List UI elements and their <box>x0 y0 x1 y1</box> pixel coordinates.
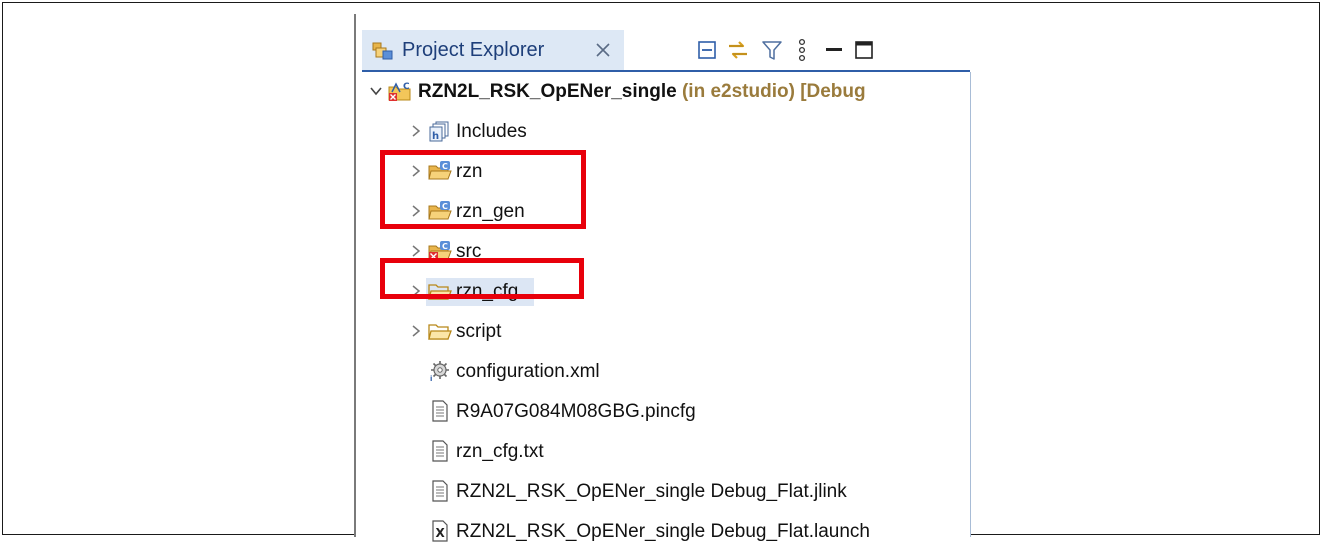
configuration-icon: i <box>428 360 452 383</box>
includes-icon: h <box>428 120 452 142</box>
collapse-all-icon[interactable] <box>696 38 720 62</box>
tree-item-rzn-cfg-txt[interactable]: rzn_cfg.txt <box>356 437 970 467</box>
highlight-box-rzn-group <box>380 150 586 229</box>
launch-file-icon: X <box>428 520 452 542</box>
project-decoration: (in e2studio) [Debug <box>676 81 866 102</box>
view-menu-icon[interactable] <box>790 38 814 62</box>
filter-icon[interactable] <box>760 38 784 62</box>
project-tree: C RZN2L_RSK_OpENer_single (in e2studio) … <box>356 74 970 542</box>
chevron-down-icon[interactable] <box>368 83 384 99</box>
tab-label: Project Explorer <box>402 39 545 61</box>
tree-item-label: Includes <box>456 121 527 142</box>
file-icon <box>428 480 452 502</box>
svg-text:i: i <box>430 375 432 382</box>
tree-item-label: rzn_cfg.txt <box>456 441 544 462</box>
c-project-error-icon: C <box>388 80 412 102</box>
project-explorer-icon <box>372 42 394 60</box>
folder-icon <box>428 320 452 342</box>
chevron-right-icon[interactable] <box>408 123 424 139</box>
svg-text:C: C <box>403 82 410 92</box>
view-toolbar: Project Explorer <box>356 24 970 72</box>
tree-item-label: R9A07G084M08GBG.pincfg <box>456 401 696 422</box>
tree-item-label: script <box>456 321 502 342</box>
tree-item-label: RZN2L_RSK_OpENer_single Debug_Flat.jlink <box>456 481 847 502</box>
highlight-box-rzn-cfg <box>380 258 584 299</box>
tab-project-explorer[interactable]: Project Explorer <box>362 30 624 71</box>
tree-item-pincfg[interactable]: R9A07G084M08GBG.pincfg <box>356 397 970 427</box>
link-with-editor-icon[interactable] <box>726 38 750 62</box>
project-explorer-view: Project Explorer C RZN2L_RSK_OpENer_sing… <box>356 24 970 542</box>
tree-item-project[interactable]: C RZN2L_RSK_OpENer_single (in e2studio) … <box>356 77 970 107</box>
file-icon <box>428 400 452 422</box>
minimize-icon[interactable] <box>822 38 846 62</box>
file-icon <box>428 440 452 462</box>
tree-item-label: RZN2L_RSK_OpENer_single Debug_Flat.launc… <box>456 521 871 542</box>
tree-item-script[interactable]: script <box>356 317 970 347</box>
tree-item-includes[interactable]: h Includes <box>356 117 970 147</box>
close-icon[interactable] <box>594 41 612 59</box>
tab-underline <box>362 70 970 72</box>
view-right-border <box>970 72 971 537</box>
chevron-right-icon[interactable] <box>408 243 424 259</box>
tree-item-launch[interactable]: X RZN2L_RSK_OpENer_single Debug_Flat.lau… <box>356 517 970 547</box>
maximize-icon[interactable] <box>852 38 876 62</box>
svg-text:X: X <box>436 526 446 540</box>
tree-item-jlink[interactable]: RZN2L_RSK_OpENer_single Debug_Flat.jlink <box>356 477 970 507</box>
tree-item-configuration-xml[interactable]: i configuration.xml <box>356 357 970 387</box>
tree-item-label: configuration.xml <box>456 361 600 382</box>
project-name: RZN2L_RSK_OpENer_single <box>418 81 677 102</box>
svg-text:C: C <box>442 242 448 251</box>
svg-text:h: h <box>432 131 439 142</box>
chevron-right-icon[interactable] <box>408 323 424 339</box>
